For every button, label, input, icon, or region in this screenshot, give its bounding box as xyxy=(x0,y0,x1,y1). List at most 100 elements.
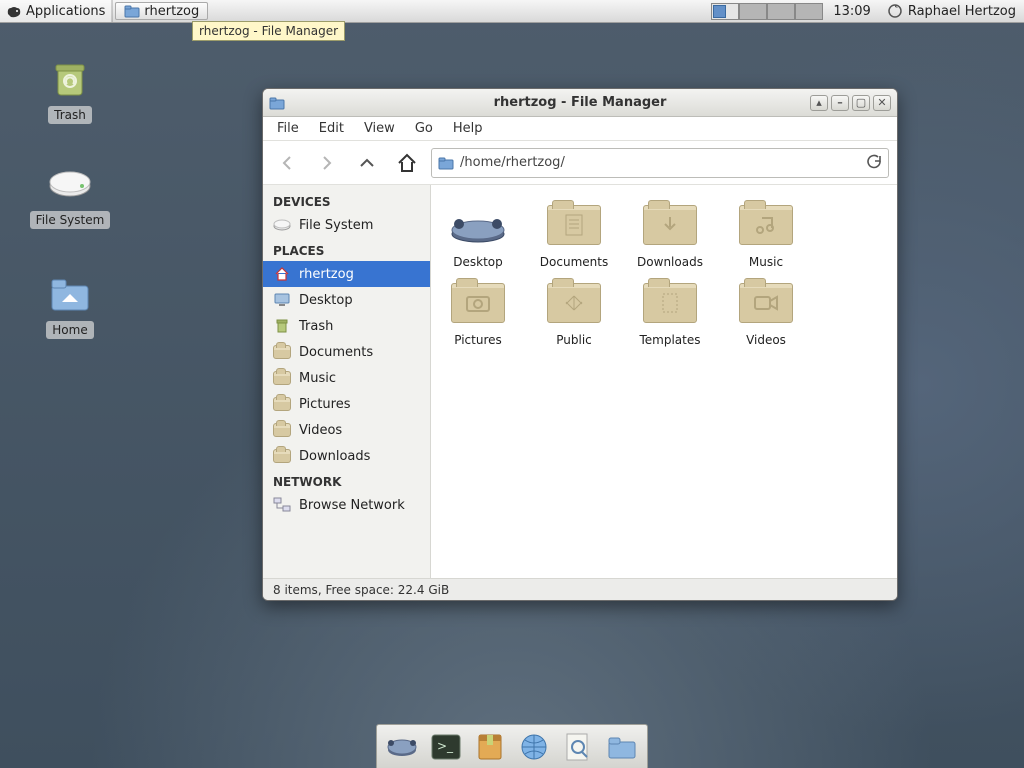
svg-text:>_: >_ xyxy=(437,739,454,753)
applications-label: Applications xyxy=(26,4,105,19)
reload-button[interactable] xyxy=(866,153,882,173)
workspace-1[interactable] xyxy=(711,3,739,20)
templates-folder-icon xyxy=(636,277,704,329)
folder-item-public[interactable]: Public xyxy=(535,277,613,347)
chevron-up-icon xyxy=(358,154,376,172)
window-minimize-button[interactable]: – xyxy=(831,95,849,111)
window-shade-button[interactable]: ▴ xyxy=(810,95,828,111)
chevron-right-icon xyxy=(318,154,336,172)
menu-view[interactable]: View xyxy=(356,119,403,138)
folder-item-pictures[interactable]: Pictures xyxy=(439,277,517,347)
sidebar-item-trash[interactable]: Trash xyxy=(263,313,430,339)
menu-edit[interactable]: Edit xyxy=(311,119,352,138)
dock-item-folder[interactable] xyxy=(603,729,641,765)
logout-icon xyxy=(887,3,903,19)
dock-item-search[interactable] xyxy=(559,729,597,765)
sidebar-item-home[interactable]: rhertzog xyxy=(263,261,430,287)
workspace-2[interactable] xyxy=(739,3,767,20)
terminal-icon: >_ xyxy=(430,732,462,762)
videos-folder-icon xyxy=(732,277,800,329)
folder-icon xyxy=(273,343,291,361)
folder-item-videos[interactable]: Videos xyxy=(727,277,805,347)
sidebar-item-label: Desktop xyxy=(299,293,353,308)
sidebar-item-label: Browse Network xyxy=(299,498,405,513)
desktop-icon xyxy=(273,291,291,309)
address-path: /home/rhertzog/ xyxy=(460,155,565,170)
home-icon xyxy=(273,265,291,283)
dock-item-archive[interactable] xyxy=(471,729,509,765)
trash-icon xyxy=(46,55,94,103)
desktop-icon-label: File System xyxy=(30,211,111,229)
sidebar-header-places: PLACES xyxy=(263,238,430,261)
sidebar: DEVICES File System PLACES rhertzog Desk… xyxy=(263,185,431,578)
taskbar-item-filemanager[interactable]: rhertzog xyxy=(115,2,208,20)
folder-icon xyxy=(438,155,454,171)
clock[interactable]: 13:09 xyxy=(825,0,878,22)
toolbar: /home/rhertzog/ xyxy=(263,141,897,185)
workspace-4[interactable] xyxy=(795,3,823,20)
workspace-switcher[interactable] xyxy=(709,0,825,22)
chevron-left-icon xyxy=(278,154,296,172)
nav-forward-button[interactable] xyxy=(311,147,343,179)
drive-icon xyxy=(46,160,94,208)
sidebar-item-label: Videos xyxy=(299,423,342,438)
folder-item-label: Public xyxy=(535,333,613,347)
public-folder-icon xyxy=(540,277,608,329)
workspace-3[interactable] xyxy=(767,3,795,20)
desktop-icon-filesystem[interactable]: File System xyxy=(20,160,120,229)
sidebar-item-music[interactable]: Music xyxy=(263,365,430,391)
sidebar-header-devices: DEVICES xyxy=(263,189,430,212)
folder-item-desktop[interactable]: Desktop xyxy=(439,199,517,269)
folder-item-label: Templates xyxy=(631,333,709,347)
desktop-icon-trash[interactable]: Trash xyxy=(20,55,120,124)
dock-item-web[interactable] xyxy=(515,729,553,765)
documents-folder-icon xyxy=(540,199,608,251)
menu-help[interactable]: Help xyxy=(445,119,491,138)
xfce-mouse-icon xyxy=(6,3,22,19)
sidebar-item-filesystem[interactable]: File System xyxy=(263,212,430,238)
titlebar[interactable]: rhertzog - File Manager ▴ – ▢ ✕ xyxy=(263,89,897,117)
folder-item-label: Desktop xyxy=(439,255,517,269)
sidebar-item-network[interactable]: Browse Network xyxy=(263,492,430,518)
nav-up-button[interactable] xyxy=(351,147,383,179)
sidebar-item-label: Pictures xyxy=(299,397,350,412)
address-bar[interactable]: /home/rhertzog/ xyxy=(431,148,889,178)
network-icon xyxy=(273,496,291,514)
sidebar-item-pictures[interactable]: Pictures xyxy=(263,391,430,417)
sidebar-header-network: NETWORK xyxy=(263,469,430,492)
desktop-icon-home[interactable]: Home xyxy=(20,270,120,339)
menu-go[interactable]: Go xyxy=(407,119,441,138)
nav-home-button[interactable] xyxy=(391,147,423,179)
window-close-button[interactable]: ✕ xyxy=(873,95,891,111)
folder-item-downloads[interactable]: Downloads xyxy=(631,199,709,269)
folder-item-label: Pictures xyxy=(439,333,517,347)
sidebar-item-videos[interactable]: Videos xyxy=(263,417,430,443)
sidebar-item-desktop[interactable]: Desktop xyxy=(263,287,430,313)
window-maximize-button[interactable]: ▢ xyxy=(852,95,870,111)
dock-item-files[interactable] xyxy=(383,729,421,765)
reload-icon xyxy=(866,153,882,169)
user-label: Raphael Hertzog xyxy=(908,4,1016,19)
globe-icon xyxy=(519,732,549,762)
folder-icon xyxy=(273,395,291,413)
folder-item-templates[interactable]: Templates xyxy=(631,277,709,347)
menubar: File Edit View Go Help xyxy=(263,117,897,141)
menu-file[interactable]: File xyxy=(269,119,307,138)
archive-icon xyxy=(476,732,504,762)
nav-back-button[interactable] xyxy=(271,147,303,179)
folder-icon xyxy=(273,369,291,387)
user-menu[interactable]: Raphael Hertzog xyxy=(879,0,1024,22)
sidebar-item-label: Documents xyxy=(299,345,373,360)
dock-item-terminal[interactable]: >_ xyxy=(427,729,465,765)
sidebar-item-documents[interactable]: Documents xyxy=(263,339,430,365)
sidebar-item-downloads[interactable]: Downloads xyxy=(263,443,430,469)
folder-item-music[interactable]: Music xyxy=(727,199,805,269)
desktop-folder-icon xyxy=(444,199,512,251)
taskbar-tooltip: rhertzog - File Manager xyxy=(192,21,345,41)
folder-item-documents[interactable]: Documents xyxy=(535,199,613,269)
folder-icon xyxy=(269,95,285,111)
applications-menu[interactable]: Applications xyxy=(0,0,112,22)
trash-icon xyxy=(273,317,291,335)
content-area[interactable]: Desktop Documents Downloads Music Pictur… xyxy=(431,185,897,578)
sidebar-item-label: rhertzog xyxy=(299,267,354,282)
